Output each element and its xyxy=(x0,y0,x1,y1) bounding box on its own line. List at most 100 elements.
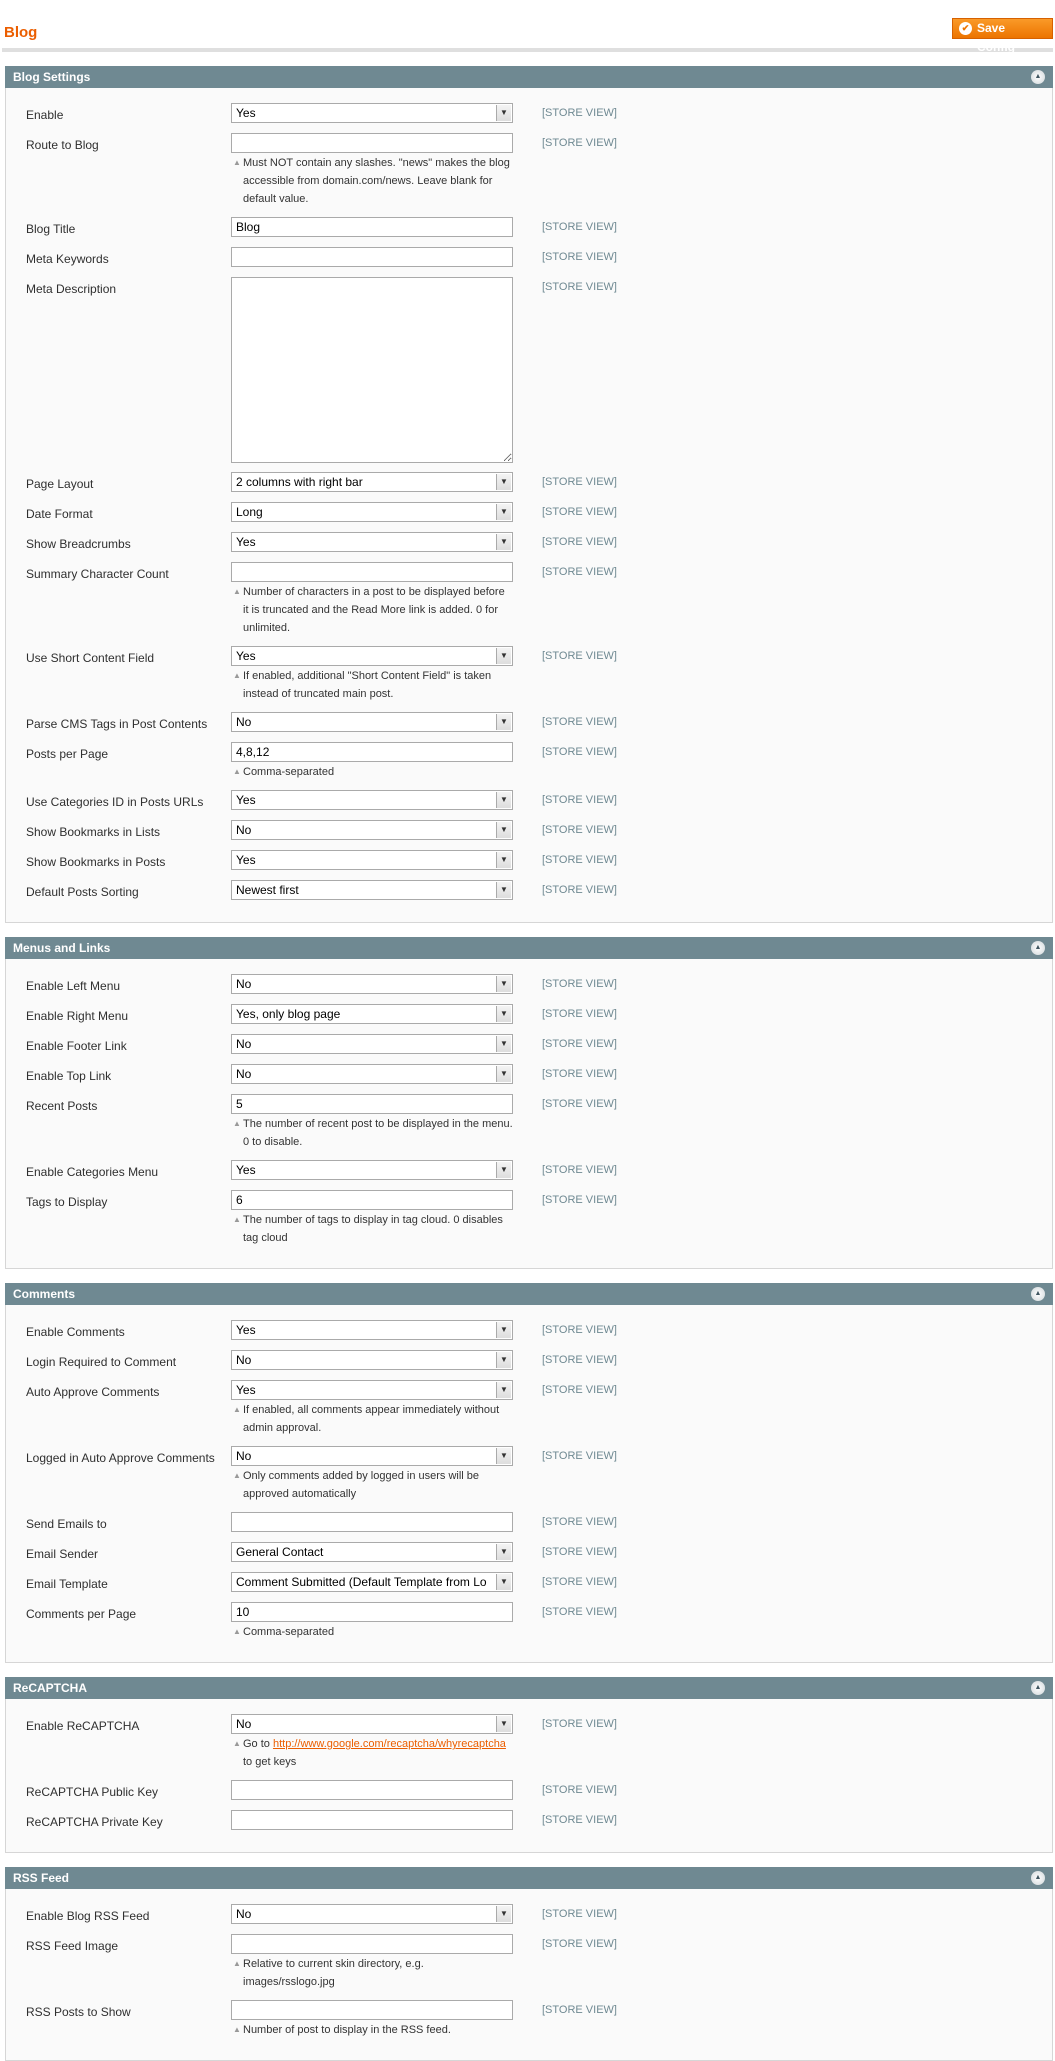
recaptcha-private-key-input[interactable] xyxy=(231,1810,513,1830)
route-to-blog-input[interactable] xyxy=(231,133,513,153)
chevron-down-icon[interactable]: ▼ xyxy=(496,1352,511,1368)
chevron-down-icon[interactable]: ▼ xyxy=(496,976,511,992)
chevron-down-icon[interactable]: ▼ xyxy=(496,534,511,550)
scope-label: [STORE VIEW] xyxy=(542,1814,617,1826)
chevron-down-icon[interactable]: ▼ xyxy=(496,474,511,490)
scope-label: [STORE VIEW] xyxy=(542,1576,617,1588)
collapse-icon[interactable]: ▲ xyxy=(1031,1287,1045,1301)
chevron-down-icon[interactable]: ▼ xyxy=(496,882,511,898)
email-template-select[interactable]: Comment Submitted (Default Template from… xyxy=(231,1572,513,1592)
save-config-button[interactable]: ✔ Save Config xyxy=(952,18,1053,54)
show-bookmarks-in-lists-select[interactable]: No ▼ xyxy=(231,820,513,840)
chevron-down-icon[interactable]: ▼ xyxy=(496,1906,511,1922)
field-label: Show Bookmarks in Lists xyxy=(26,825,161,839)
field-control: No ▼ xyxy=(231,820,513,841)
chevron-down-icon[interactable]: ▼ xyxy=(496,714,511,730)
show-breadcrumbs-select[interactable]: Yes ▼ xyxy=(231,532,513,552)
recent-posts-input[interactable]: 5 xyxy=(231,1094,513,1114)
page-header: Blog ✔ Save Config xyxy=(2,0,1053,54)
chevron-down-icon[interactable]: ▼ xyxy=(496,1066,511,1082)
auto-approve-comments-select[interactable]: Yes ▼ xyxy=(231,1380,513,1400)
tags-to-display-input[interactable]: 6 xyxy=(231,1190,513,1210)
field-row-use-categories-id-in-posts-urls: Use Categories ID in Posts URLs Yes ▼ [STOR… xyxy=(6,790,1052,811)
enable-top-link-select[interactable]: No ▼ xyxy=(231,1064,513,1084)
summary-character-count-input[interactable] xyxy=(231,562,513,582)
field-control: No ▼ ▲ Only comments added by logged in use… xyxy=(231,1446,513,1503)
collapse-icon[interactable]: ▲ xyxy=(1031,941,1045,955)
chevron-down-icon[interactable]: ▼ xyxy=(496,648,511,664)
enable-comments-select[interactable]: Yes ▼ xyxy=(231,1320,513,1340)
chevron-down-icon[interactable]: ▼ xyxy=(496,1162,511,1178)
date-format-select[interactable]: Long ▼ xyxy=(231,502,513,522)
chevron-down-icon[interactable]: ▼ xyxy=(496,792,511,808)
select-value: Yes xyxy=(236,1383,256,1397)
section-header-menus-and-links[interactable]: Menus and Links ▲ xyxy=(5,937,1053,959)
field-control xyxy=(231,1810,513,1831)
section-header-blog-settings[interactable]: Blog Settings ▲ xyxy=(5,66,1053,88)
comments-per-page-input[interactable]: 10 xyxy=(231,1602,513,1622)
chevron-down-icon[interactable]: ▼ xyxy=(496,822,511,838)
field-label: Enable Comments xyxy=(26,1325,125,1339)
rss-feed-image-input[interactable] xyxy=(231,1934,513,1954)
recaptcha-public-key-input[interactable] xyxy=(231,1780,513,1800)
default-posts-sorting-select[interactable]: Newest first ▼ xyxy=(231,880,513,900)
show-bookmarks-in-posts-select[interactable]: Yes ▼ xyxy=(231,850,513,870)
collapse-icon[interactable]: ▲ xyxy=(1031,1871,1045,1885)
chevron-down-icon[interactable]: ▼ xyxy=(496,1574,511,1590)
chevron-down-icon[interactable]: ▼ xyxy=(496,1382,511,1398)
parse-cms-tags-in-post-contents-select[interactable]: No ▼ xyxy=(231,712,513,732)
meta-keywords-input[interactable] xyxy=(231,247,513,267)
section-header-recaptcha[interactable]: ReCAPTCHA ▲ xyxy=(5,1677,1053,1699)
chevron-down-icon[interactable]: ▼ xyxy=(496,1322,511,1338)
use-categories-id-in-posts-urls-select[interactable]: Yes ▼ xyxy=(231,790,513,810)
login-required-to-comment-select[interactable]: No ▼ xyxy=(231,1350,513,1370)
field-label: Use Short Content Field xyxy=(26,651,155,665)
scope-label: [STORE VIEW] xyxy=(542,1908,617,1920)
enable-categories-menu-select[interactable]: Yes ▼ xyxy=(231,1160,513,1180)
blog-title-input[interactable]: Blog xyxy=(231,217,513,237)
field-control: Yes ▼ xyxy=(231,1320,513,1341)
scope-label: [STORE VIEW] xyxy=(542,281,617,293)
chevron-down-icon[interactable]: ▼ xyxy=(496,1716,511,1732)
scope-label: [STORE VIEW] xyxy=(542,137,617,149)
enable-left-menu-select[interactable]: No ▼ xyxy=(231,974,513,994)
chevron-down-icon[interactable]: ▼ xyxy=(496,852,511,868)
select-value: Yes xyxy=(236,649,256,663)
field-control: ▲ Must NOT contain any slashes. "news" ma… xyxy=(231,133,513,208)
select-value: Yes xyxy=(236,1323,256,1337)
chevron-down-icon[interactable]: ▼ xyxy=(496,504,511,520)
recaptcha-link[interactable]: http://www.google.com/recaptcha/whyrecap… xyxy=(273,1738,506,1750)
enable-recaptcha-select[interactable]: No ▼ xyxy=(231,1714,513,1734)
field-label: Enable ReCAPTCHA xyxy=(26,1719,140,1733)
enable-right-menu-select[interactable]: Yes, only blog page ▼ xyxy=(231,1004,513,1024)
scope-label: [STORE VIEW] xyxy=(542,2004,617,2016)
use-short-content-field-select[interactable]: Yes ▼ xyxy=(231,646,513,666)
collapse-icon[interactable]: ▲ xyxy=(1031,70,1045,84)
chevron-down-icon[interactable]: ▼ xyxy=(496,1544,511,1560)
posts-per-page-input[interactable]: 4,8,12 xyxy=(231,742,513,762)
send-emails-to-input[interactable] xyxy=(231,1512,513,1532)
scope-label: [STORE VIEW] xyxy=(542,716,617,728)
enable-blog-rss-feed-select[interactable]: No ▼ xyxy=(231,1904,513,1924)
chevron-down-icon[interactable]: ▼ xyxy=(496,1036,511,1052)
logged-in-auto-approve-comments-select[interactable]: No ▼ xyxy=(231,1446,513,1466)
email-sender-select[interactable]: General Contact ▼ xyxy=(231,1542,513,1562)
field-label: Enable Left Menu xyxy=(26,979,121,993)
field-label: Enable Categories Menu xyxy=(26,1165,159,1179)
select-value: No xyxy=(236,1449,252,1463)
enable-footer-link-select[interactable]: No ▼ xyxy=(231,1034,513,1054)
rss-posts-to-show-input[interactable] xyxy=(231,2000,513,2020)
chevron-down-icon[interactable]: ▼ xyxy=(496,1006,511,1022)
meta-description-textarea[interactable] xyxy=(231,277,513,463)
enable-select[interactable]: Yes ▼ xyxy=(231,103,513,123)
collapse-icon[interactable]: ▲ xyxy=(1031,1681,1045,1695)
chevron-down-icon[interactable]: ▼ xyxy=(496,105,511,121)
field-control: No ▼ xyxy=(231,1904,513,1925)
section-header-comments[interactable]: Comments ▲ xyxy=(5,1283,1053,1305)
section-header-rss-feed[interactable]: RSS Feed ▲ xyxy=(5,1867,1053,1889)
chevron-down-icon[interactable]: ▼ xyxy=(496,1448,511,1464)
field-row-date-format: Date Format Long ▼ [STORE VIEW] xyxy=(6,502,1052,523)
scope-label: [STORE VIEW] xyxy=(542,794,617,806)
select-value: Yes xyxy=(236,793,256,807)
page-layout-select[interactable]: 2 columns with right bar ▼ xyxy=(231,472,513,492)
